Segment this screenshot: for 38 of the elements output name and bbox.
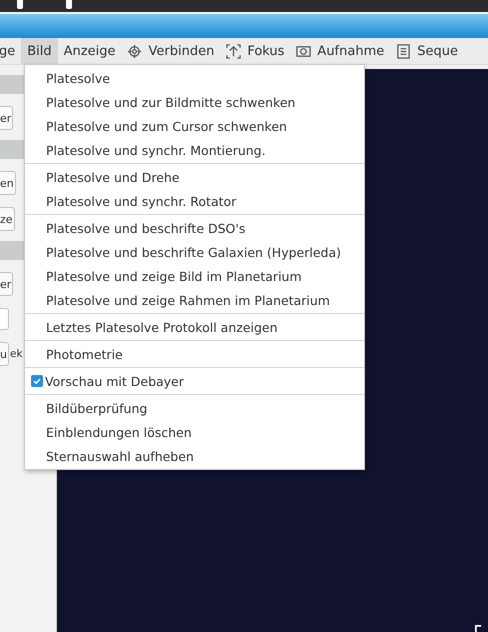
menu-item[interactable]: Photometrie [46, 346, 123, 362]
input-field[interactable] [0, 308, 9, 330]
menu-item[interactable]: Platesolve und beschrifte Galaxien (Hyperleda) [46, 244, 342, 260]
panel-button[interactable]: ze [0, 207, 15, 231]
tray-icon[interactable] [17, 0, 23, 9]
menu-bar-item[interactable]: ge [0, 38, 22, 64]
menu-item[interactable]: Letztes Platesolve Protokoll anzeigen [46, 320, 278, 334]
menu-item[interactable]: Platesolve und zur Bildmitte schwenken [46, 94, 296, 110]
menu-item[interactable]: Platesolve und synchr. Rotator [46, 194, 236, 208]
panel-button[interactable]: u [0, 342, 9, 366]
menu-bar-item[interactable]: Aufnahme [290, 38, 390, 64]
focus-icon [226, 44, 242, 58]
menu-bar-item[interactable]: Verbinden [121, 38, 220, 64]
panel-button[interactable]: er [0, 272, 14, 296]
camera-icon [296, 44, 312, 58]
menu-bar-item[interactable]: Seque [390, 38, 464, 64]
menu-item[interactable]: Einblendungen löschen [46, 424, 192, 440]
menu-item[interactable]: Platesolve und Drehe [46, 170, 180, 184]
checkbox[interactable] [31, 375, 43, 387]
crosshair-icon [127, 44, 142, 58]
menu-item[interactable]: Platesolve und zeige Bild im Planetarium [46, 268, 302, 284]
panel-button[interactable]: er [0, 106, 14, 130]
menu-item[interactable]: Platesolve [46, 70, 110, 86]
menu-bar-item[interactable]: Bild [21, 38, 58, 64]
menu-item[interactable]: Platesolve und synchr. Montierung. [46, 142, 266, 158]
menu-item[interactable]: Platesolve und zum Cursor schwenken [46, 118, 287, 134]
menu-item[interactable]: Sternauswahl aufheben [46, 448, 194, 464]
menu-bar-item[interactable]: Fokus [220, 38, 290, 64]
menu-item[interactable]: Platesolve und beschrifte DSO's [46, 220, 246, 236]
menu-item[interactable]: Bildüberprüfung [46, 400, 148, 416]
menu-bar-item[interactable]: Anzeige [58, 38, 122, 64]
panel-label: ek [10, 348, 23, 360]
panel-button[interactable]: en [0, 171, 16, 195]
corner-icon [475, 625, 482, 632]
menu-item[interactable]: Vorschau mit Debayer [45, 374, 184, 388]
list-icon [396, 44, 412, 58]
tray-icon[interactable] [66, 0, 72, 9]
menu-item[interactable]: Platesolve und zeige Rahmen im Planetarium [46, 292, 330, 308]
